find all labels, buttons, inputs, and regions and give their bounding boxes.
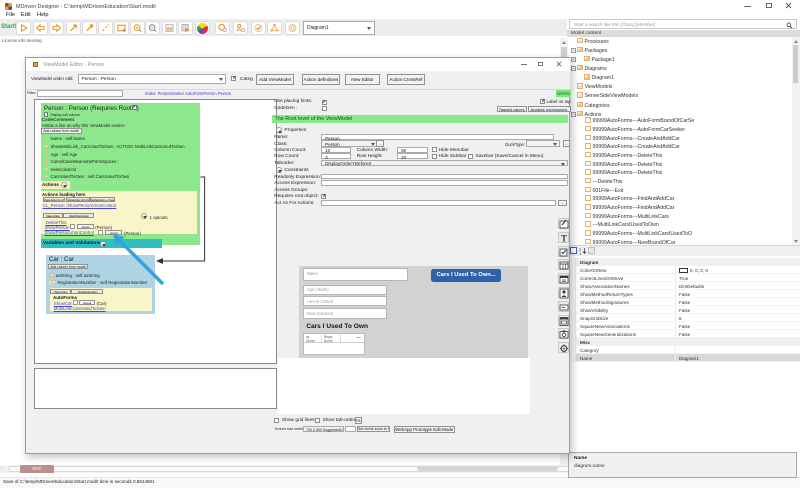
svg-text:T: T xyxy=(561,233,567,243)
svg-text:1: 1 xyxy=(579,251,582,255)
